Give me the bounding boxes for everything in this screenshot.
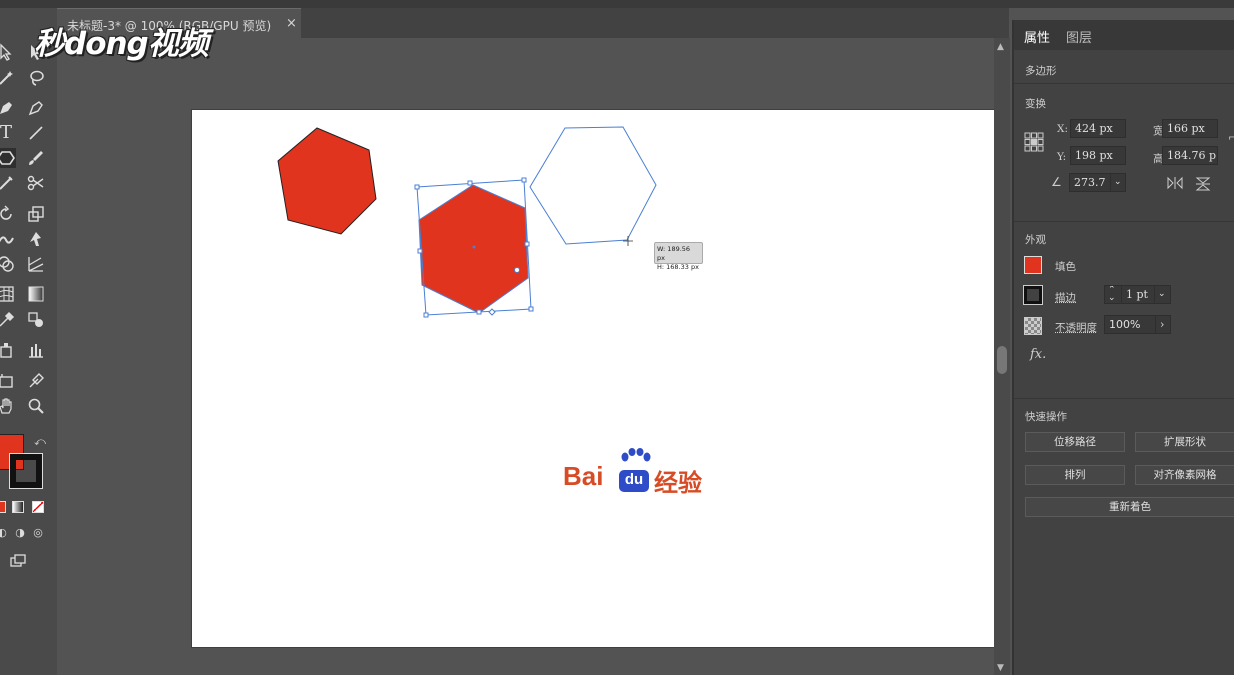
logo-du: du xyxy=(619,470,649,492)
expand-shape-button[interactable]: 扩展形状 xyxy=(1135,432,1234,452)
flip-horizontal-icon[interactable] xyxy=(1166,176,1184,190)
stroke-stepper-icon[interactable]: ⌃ ⌄ xyxy=(1104,285,1122,304)
flip-vertical-icon[interactable] xyxy=(1195,176,1211,192)
angle-icon: ∠ xyxy=(1051,175,1062,189)
divider xyxy=(1014,398,1234,399)
object-type-label: 多边形 xyxy=(1025,63,1057,78)
offset-path-button[interactable]: 位移路径 xyxy=(1025,432,1125,452)
fill-swatch[interactable] xyxy=(1024,256,1042,274)
height-field[interactable]: 184.76 p xyxy=(1162,146,1218,165)
red-hexagon[interactable] xyxy=(278,128,376,234)
paw-icon xyxy=(617,448,653,472)
width-field[interactable]: 166 px xyxy=(1162,119,1218,138)
divider xyxy=(1014,83,1234,84)
tooltip-height: H: 168.33 px xyxy=(657,263,700,272)
tab-layers[interactable]: 图层 xyxy=(1066,27,1092,46)
reference-point-icon[interactable] xyxy=(1024,132,1044,152)
stroke-swatch[interactable] xyxy=(1024,286,1042,304)
angle-dropdown-chevron-icon[interactable]: ⌄ xyxy=(1110,173,1126,192)
selected-red-hexagon[interactable] xyxy=(419,185,528,313)
stroke-weight-field[interactable]: 1 pt xyxy=(1121,285,1155,304)
baidu-jingyan-logo: Bai du 经验 xyxy=(563,448,713,498)
tab-properties[interactable]: 属性 xyxy=(1024,27,1050,46)
sides-widget[interactable] xyxy=(489,309,495,315)
scroll-down-icon[interactable]: ▼ xyxy=(997,663,1004,673)
logo-bai: Bai xyxy=(563,461,603,492)
scroll-up-icon[interactable]: ▲ xyxy=(997,42,1004,52)
cursor-crosshair xyxy=(623,236,633,246)
x-field[interactable]: 424 px xyxy=(1070,119,1126,138)
watermark-logo: 秒dong视频 xyxy=(34,18,208,63)
logo-jingyan: 经验 xyxy=(654,463,702,498)
dimension-tooltip: W: 189.56 px H: 168.33 px xyxy=(654,242,703,264)
quick-actions-title: 快速操作 xyxy=(1025,409,1067,424)
corner-widget[interactable] xyxy=(515,268,520,273)
vertical-scrollbar[interactable]: ▲ ▼ xyxy=(994,38,1010,675)
panel-tabs: 属性 图层 xyxy=(1014,20,1234,50)
opacity-chevron-right-icon[interactable]: › xyxy=(1155,315,1171,334)
rotate-angle-field[interactable]: 273.7 xyxy=(1069,173,1111,192)
opacity-field[interactable]: 100% xyxy=(1104,315,1156,334)
fx-effects-icon[interactable]: fx. xyxy=(1030,347,1046,362)
stroke-dropdown-chevron-icon[interactable]: ⌄ xyxy=(1154,285,1171,304)
arrange-button[interactable]: 排列 xyxy=(1025,465,1125,485)
link-proportions-icon[interactable]: ⌐ xyxy=(1228,131,1234,144)
transform-title: 变换 xyxy=(1025,96,1046,111)
align-pixel-grid-button[interactable]: 对齐像素网格 xyxy=(1135,465,1234,485)
x-label: X: xyxy=(1057,123,1068,135)
preview-hexagon-outline xyxy=(530,127,656,244)
scrollbar-thumb[interactable] xyxy=(997,346,1007,374)
fill-label: 填色 xyxy=(1055,259,1076,274)
appearance-title: 外观 xyxy=(1025,232,1046,247)
y-field[interactable]: 198 px xyxy=(1070,146,1126,165)
center-point xyxy=(473,246,476,249)
recolor-button[interactable]: 重新着色 xyxy=(1025,497,1234,517)
opacity-checker-icon xyxy=(1024,317,1042,335)
opacity-label[interactable]: 不透明度 xyxy=(1055,320,1097,335)
y-label: Y: xyxy=(1057,151,1066,163)
tooltip-width: W: 189.56 px xyxy=(657,245,700,263)
divider xyxy=(1014,221,1234,222)
stroke-label[interactable]: 描边 xyxy=(1055,290,1076,305)
properties-panel: 属性 图层 多边形 变换 X: 424 px 宽: 166 px ⌐ Y: 19… xyxy=(1012,20,1234,675)
